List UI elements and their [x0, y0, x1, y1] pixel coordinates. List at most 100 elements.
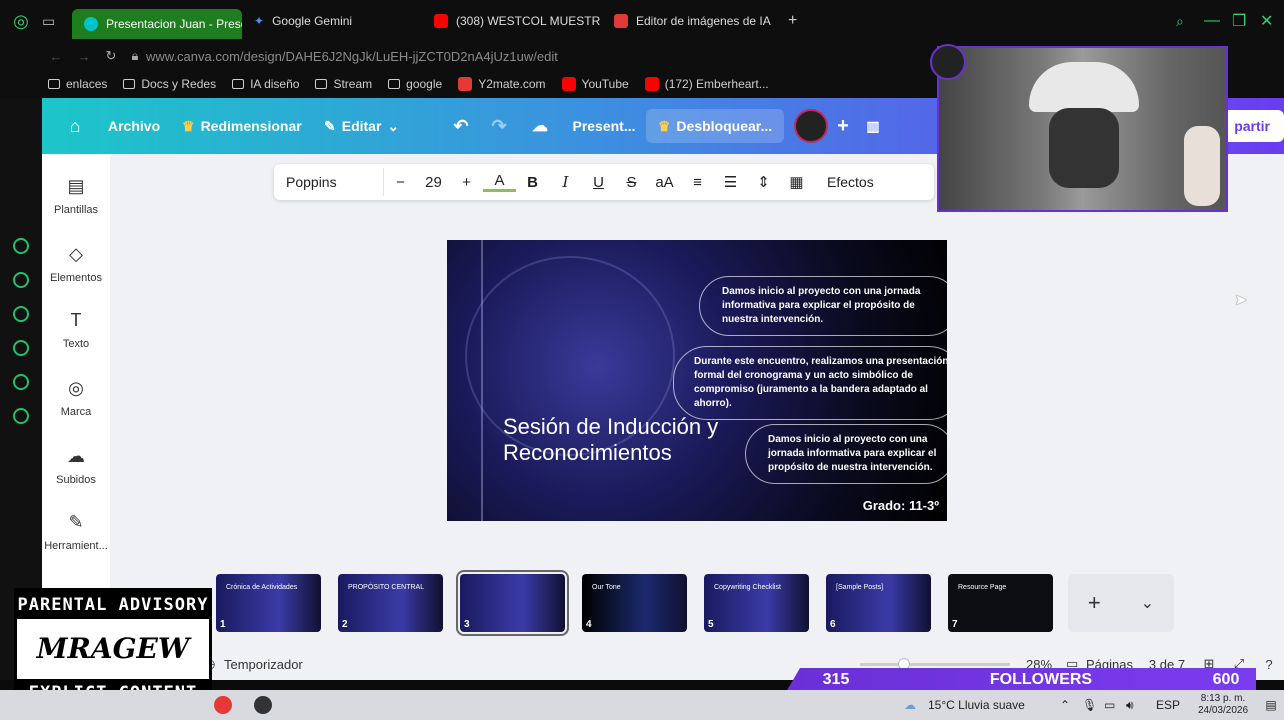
forward-icon[interactable]: → — [70, 49, 98, 64]
language-indicator[interactable]: ESP — [1148, 698, 1188, 712]
underline-icon[interactable]: U — [582, 174, 615, 191]
undo-icon[interactable]: ↶ — [442, 116, 480, 137]
taskbar-app-icon[interactable] — [254, 696, 272, 714]
page-thumb-5[interactable]: Copywriting Checklist 5 — [704, 574, 809, 632]
network-icon[interactable]: ▭ — [1104, 698, 1126, 712]
text-toolbar: Poppins − 29 + A B I U S aA ≡ ☰ ⇕ ▦ Efec… — [274, 164, 934, 200]
sidebar-item-texto[interactable]: T Texto — [42, 310, 110, 350]
page-thumb-3[interactable]: 3 — [456, 570, 569, 636]
slide-title[interactable]: Sesión de Inducción y Reconocimientos — [503, 414, 723, 466]
bookmark-docs-redes[interactable]: Docs y Redes — [123, 77, 216, 91]
y2mate-icon — [458, 77, 473, 91]
page-thumb-1[interactable]: Crónica de Actividades 1 — [216, 574, 321, 632]
page-thumb-6[interactable]: [Sample Posts] 6 — [826, 574, 931, 632]
mic-icon[interactable]: 🎙︎ — [1082, 698, 1104, 712]
home-icon[interactable]: ⌂ — [42, 116, 108, 137]
editar-label: Editar — [341, 118, 382, 134]
settings-icon[interactable] — [13, 408, 29, 424]
sidebar-item-herramientas[interactable]: ✎ Herramient... — [42, 512, 110, 552]
notifications-icon[interactable]: ▤ — [1258, 698, 1284, 712]
desbloquear-button[interactable]: ♛ Desbloquear... — [646, 109, 784, 143]
bookmark-label: YouTube — [581, 77, 629, 91]
taskbar-app-icon[interactable] — [214, 696, 232, 714]
bold-icon[interactable]: B — [516, 174, 549, 191]
list-icon[interactable]: ☰ — [714, 173, 747, 191]
bookmark-label: google — [406, 77, 443, 91]
help-icon[interactable]: ? — [1254, 657, 1284, 672]
puzzle-icon[interactable] — [13, 374, 29, 390]
chevron-up-icon[interactable]: ⌃ — [1060, 698, 1082, 712]
add-page-icon[interactable]: + — [1088, 590, 1101, 616]
folder-icon — [232, 79, 245, 89]
slide-canvas[interactable]: Sesión de Inducción y Reconocimientos Da… — [447, 240, 947, 521]
history-icon[interactable] — [13, 340, 29, 356]
redimensionar-button[interactable]: ♛ Redimensionar — [182, 118, 324, 135]
bookmark-google[interactable]: google — [388, 77, 442, 91]
slide-bubble-2[interactable]: Durante este encuentro, realizamos una p… — [673, 346, 947, 420]
page-thumb-2[interactable]: PROPÓSITO CENTRAL 2 — [338, 574, 443, 632]
clock[interactable]: 8:13 p. m. 24/03/2026 — [1188, 693, 1258, 717]
zoom-slider[interactable] — [860, 657, 1010, 670]
cloud-save-icon[interactable]: ☁ — [518, 116, 562, 136]
extension-icon[interactable] — [13, 272, 29, 288]
weather-text[interactable]: 15°C Lluvia suave — [928, 698, 1060, 712]
italic-icon[interactable]: I — [549, 173, 582, 191]
tab-image-editor[interactable]: Editor de imágenes de IA — [602, 6, 782, 36]
font-size-decrease-button[interactable]: − — [384, 174, 417, 191]
bookmark-ia-diseno[interactable]: IA diseño — [232, 77, 299, 91]
browser-logo-icon[interactable]: ◎ — [0, 11, 42, 32]
slide-bubble-3[interactable]: Damos inicio al proyecto con una jornada… — [745, 424, 947, 484]
font-size-increase-button[interactable]: + — [450, 174, 483, 191]
font-size-input[interactable]: 29 — [417, 174, 450, 191]
sidebar-item-plantillas[interactable]: ▤ Plantillas — [42, 176, 110, 216]
tab-canva[interactable]: Presentacion Juan - Prese — [72, 9, 242, 39]
refresh-app-icon[interactable] — [13, 238, 29, 254]
maximize-icon[interactable]: ❐ — [1232, 11, 1260, 31]
strikethrough-icon[interactable]: S — [615, 174, 648, 191]
page-thumb-4[interactable]: Our Tone 4 — [582, 574, 687, 632]
tab-gemini[interactable]: ✦ Google Gemini — [242, 6, 422, 36]
redo-icon[interactable]: ↷ — [480, 116, 518, 137]
bookmark-y2mate[interactable]: Y2mate.com — [458, 77, 546, 91]
font-selector[interactable]: Poppins — [278, 168, 384, 196]
sidebar-item-subidos[interactable]: ☁ Subidos — [42, 446, 110, 486]
reload-icon[interactable]: ↻ — [98, 48, 124, 64]
new-tab-icon[interactable]: + — [788, 12, 797, 30]
tab-overview-icon[interactable]: ▭ — [42, 13, 72, 30]
bookmark-stream[interactable]: Stream — [315, 77, 372, 91]
whatsapp-icon[interactable] — [13, 306, 29, 322]
bookmark-enlaces[interactable]: enlaces — [48, 77, 107, 91]
page-thumb-7[interactable]: Resource Page 7 — [948, 574, 1053, 632]
close-icon[interactable]: ✕ — [1260, 11, 1284, 31]
archivo-menu[interactable]: Archivo — [108, 118, 182, 134]
avatar[interactable] — [794, 109, 828, 143]
gemini-favicon-icon: ✦ — [254, 14, 265, 28]
analytics-icon[interactable]: ▥ — [858, 118, 888, 135]
bookmark-emberheart[interactable]: (172) Emberheart... — [644, 77, 769, 91]
bookmark-youtube[interactable]: YouTube — [561, 77, 629, 91]
minimize-icon[interactable]: — — [1204, 12, 1232, 30]
share-button[interactable]: partir — [1220, 110, 1284, 142]
url-field[interactable]: www.canva.com/design/DAHE6J2NgJk/LuEH-jj… — [146, 49, 558, 64]
present-button[interactable]: Present... — [562, 118, 646, 134]
sidebar-item-marca[interactable]: ◎ Marca — [42, 378, 110, 418]
back-icon[interactable]: ← — [42, 49, 70, 64]
text-color-icon[interactable]: A — [483, 172, 516, 192]
editar-menu[interactable]: ✎ Editar ⌄ — [324, 118, 442, 135]
volume-icon[interactable]: 🔊︎ — [1126, 698, 1148, 713]
add-collaborator-icon[interactable]: + — [828, 115, 858, 138]
slide-grado[interactable]: Grado: 11-3º — [863, 498, 939, 513]
webcam-overlay — [937, 46, 1228, 212]
search-icon[interactable]: ⌕ — [1176, 13, 1204, 30]
spacing-icon[interactable]: ⇕ — [747, 173, 780, 191]
bookmark-label: enlaces — [66, 77, 108, 91]
sidebar-item-elementos[interactable]: ◇ Elementos — [42, 244, 110, 284]
chevron-down-icon[interactable]: ⌄ — [1141, 593, 1154, 613]
tab-youtube-westcol[interactable]: (308) WESTCOL MUESTR — [422, 6, 602, 36]
case-icon[interactable]: aA — [648, 174, 681, 191]
transparency-icon[interactable]: ▦ — [780, 173, 813, 191]
effects-button[interactable]: Efectos — [827, 174, 874, 190]
slide-bubble-1[interactable]: Damos inicio al proyecto con una jornada… — [699, 276, 947, 336]
align-left-icon[interactable]: ≡ — [681, 174, 714, 191]
timer-button[interactable]: Temporizador — [224, 657, 303, 672]
